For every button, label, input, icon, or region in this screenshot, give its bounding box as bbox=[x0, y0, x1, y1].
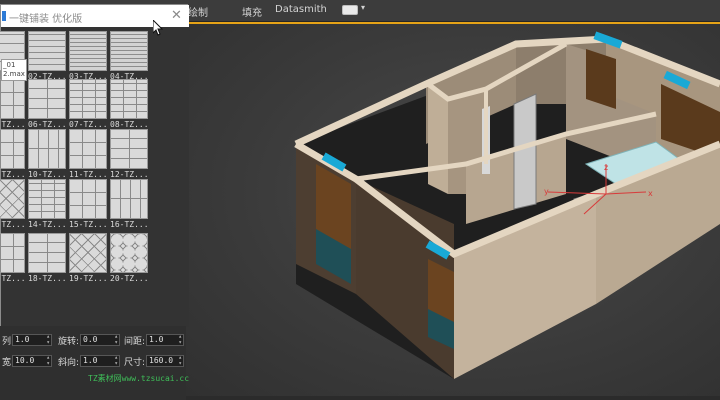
field-value: 1.0 bbox=[15, 335, 30, 344]
menu-item-fill[interactable]: 填充 bbox=[242, 4, 262, 19]
param-label-size: 尺寸: bbox=[124, 358, 146, 368]
toolbar-dropdown-icon[interactable] bbox=[342, 5, 358, 15]
pattern-tile[interactable]: 06-TZ... bbox=[28, 79, 67, 129]
pattern-tile[interactable]: 12-TZ... bbox=[110, 129, 149, 179]
pattern-tile[interactable]: 03-TZ... bbox=[69, 31, 108, 81]
pattern-tile[interactable]: 09-TZ... bbox=[0, 129, 26, 179]
wall bbox=[428, 84, 448, 194]
pattern-label: 20-TZ... bbox=[110, 274, 149, 283]
tooltip-line: _01 bbox=[3, 61, 16, 69]
panel-title: 一键铺装 优化版 bbox=[9, 14, 83, 25]
spinner-icon[interactable]: ▴ ▾ bbox=[46, 355, 50, 367]
menu-item-draw[interactable]: 绘制 bbox=[188, 4, 208, 19]
door bbox=[513, 93, 537, 210]
pattern-label: 16-TZ... bbox=[110, 220, 149, 229]
spinner-icon[interactable]: ▴ ▾ bbox=[114, 334, 118, 346]
pattern-thumbnail bbox=[69, 129, 107, 169]
spinner-icon[interactable]: ▴ ▾ bbox=[114, 355, 118, 367]
pattern-tile[interactable]: 10-TZ... bbox=[28, 129, 67, 179]
pattern-thumbnail bbox=[28, 233, 66, 273]
axis-label-y: y bbox=[544, 187, 549, 196]
diagonal-field[interactable]: 1.0 ▴ ▾ bbox=[80, 355, 120, 367]
spinner-icon[interactable]: ▴ ▾ bbox=[46, 334, 50, 346]
field-value: 1.0 bbox=[83, 356, 98, 365]
pattern-tile[interactable]: 05-TZ... bbox=[0, 79, 26, 129]
pattern-tile[interactable]: 11-TZ... bbox=[69, 129, 108, 179]
pattern-thumbnail bbox=[69, 233, 107, 273]
pattern-tile[interactable]: 08-TZ... bbox=[110, 79, 149, 129]
pattern-thumbnail bbox=[110, 31, 148, 71]
pattern-tile[interactable]: 13-TZ... bbox=[0, 179, 26, 229]
chevron-down-icon[interactable]: ▾ bbox=[361, 3, 365, 12]
field-value: 0.0 bbox=[83, 335, 98, 344]
axis-label-x: x bbox=[648, 189, 653, 198]
columns-field[interactable]: 1.0 ▴ ▾ bbox=[12, 334, 52, 346]
house-model: z x y bbox=[294, 31, 720, 379]
pattern-tile[interactable]: 16-TZ... bbox=[110, 179, 149, 229]
spacing-field[interactable]: 1.0 ▴ ▾ bbox=[146, 334, 184, 346]
pattern-thumbnail bbox=[0, 179, 25, 219]
pattern-tile[interactable]: 04-TZ... bbox=[110, 31, 149, 81]
pattern-tile[interactable]: 17-TZ... bbox=[0, 233, 26, 283]
rotation-field[interactable]: 0.0 ▴ ▾ bbox=[80, 334, 120, 346]
tooltip-line: 2.max bbox=[3, 70, 25, 78]
parameter-panel: 列: 1.0 ▴ ▾ 旋转: 0.0 ▴ ▾ 间距: 1.0 ▴ ▾ 宽: 10.0 ▴ ▾ 斜… bbox=[0, 326, 186, 400]
paving-plugin-panel: 一键铺装 优化版 ✕ 01-TZ...02-TZ...03-TZ...04-TZ… bbox=[0, 4, 189, 327]
pattern-thumbnail bbox=[0, 79, 25, 119]
pattern-tile[interactable]: 20-TZ... bbox=[110, 233, 149, 283]
pattern-thumbnail bbox=[69, 31, 107, 71]
app-icon bbox=[2, 11, 6, 21]
pattern-tile[interactable]: 18-TZ... bbox=[28, 233, 67, 283]
pattern-thumbnail bbox=[110, 233, 148, 273]
pattern-tile[interactable]: 15-TZ... bbox=[69, 179, 108, 229]
pattern-thumbnail bbox=[69, 79, 107, 119]
spinner-icon[interactable]: ▴ ▾ bbox=[178, 355, 182, 367]
param-label-rotation: 旋转: bbox=[58, 337, 80, 347]
pattern-tile[interactable]: 07-TZ... bbox=[69, 79, 108, 129]
pattern-thumbnail bbox=[28, 31, 66, 71]
pattern-thumbnail bbox=[110, 179, 148, 219]
pattern-thumbnail bbox=[28, 129, 66, 169]
field-value: 160.0 bbox=[149, 356, 174, 365]
pattern-thumbnail bbox=[110, 79, 148, 119]
width-field[interactable]: 10.0 ▴ ▾ bbox=[12, 355, 52, 367]
pattern-grid: 01-TZ...02-TZ...03-TZ...04-TZ...05-TZ...… bbox=[0, 27, 189, 327]
pattern-thumbnail bbox=[69, 179, 107, 219]
mouse-cursor-icon bbox=[153, 20, 163, 36]
size-field[interactable]: 160.0 ▴ ▾ bbox=[146, 355, 184, 367]
pattern-label: 08-TZ... bbox=[110, 120, 149, 129]
pattern-thumbnail bbox=[28, 179, 66, 219]
pattern-tile[interactable]: 02-TZ... bbox=[28, 31, 67, 81]
field-value: 1.0 bbox=[149, 335, 164, 344]
axis-label-z: z bbox=[604, 163, 608, 172]
param-label-diagonal: 斜向: bbox=[58, 358, 80, 368]
pattern-tile[interactable]: 14-TZ... bbox=[28, 179, 67, 229]
pattern-label: 12-TZ... bbox=[110, 170, 149, 179]
pattern-thumbnail bbox=[110, 129, 148, 169]
pattern-tile[interactable]: 19-TZ... bbox=[69, 233, 108, 283]
pattern-thumbnail bbox=[0, 129, 25, 169]
window bbox=[586, 49, 616, 109]
tooltip: _01 2.max bbox=[1, 59, 27, 81]
watermark: TZ素材网www.tzsucai.cc bbox=[88, 374, 190, 383]
menu-item-datasmith[interactable]: Datasmith bbox=[275, 4, 327, 15]
pattern-thumbnail bbox=[0, 233, 25, 273]
spinner-icon[interactable]: ▴ ▾ bbox=[178, 334, 182, 346]
field-value: 10.0 bbox=[15, 356, 35, 365]
close-icon[interactable]: ✕ bbox=[171, 8, 182, 23]
param-label-spacing: 间距: bbox=[124, 337, 146, 347]
3d-viewport[interactable]: z x y bbox=[186, 22, 720, 396]
pattern-thumbnail bbox=[28, 79, 66, 119]
